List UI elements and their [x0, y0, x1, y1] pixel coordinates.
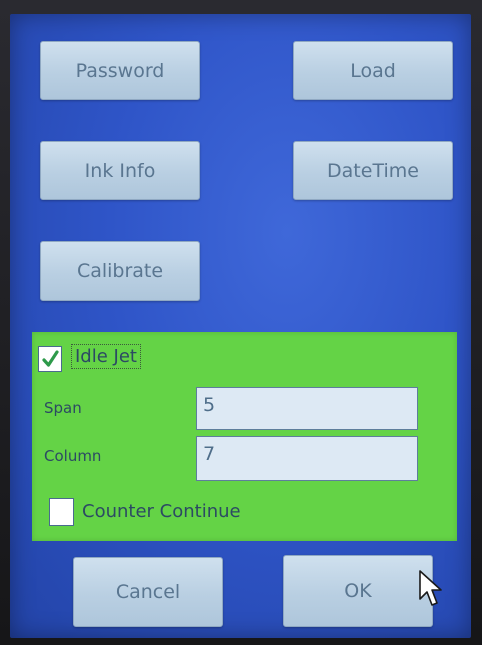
load-button[interactable]: Load [293, 41, 453, 100]
checkmark-icon [42, 350, 59, 367]
ink-info-button[interactable]: Ink Info [40, 141, 200, 200]
column-label: Column [44, 447, 102, 465]
column-input[interactable]: 7 [196, 436, 418, 481]
touch-screen: Password Load Ink Info DateTime Calibrat… [10, 14, 471, 638]
counter-continue-checkbox[interactable] [49, 498, 74, 526]
datetime-button[interactable]: DateTime [293, 141, 453, 200]
counter-continue-label[interactable]: Counter Continue [82, 501, 241, 522]
idle-jet-label[interactable]: Idle Jet [71, 344, 141, 369]
span-input[interactable]: 5 [196, 387, 418, 430]
idle-jet-panel: Idle Jet Span 5 Column 7 Counter Continu… [32, 332, 457, 541]
ok-button[interactable]: OK [283, 555, 433, 627]
calibrate-button[interactable]: Calibrate [40, 241, 200, 301]
span-label: Span [44, 399, 82, 417]
password-button[interactable]: Password [40, 41, 200, 100]
mouse-pointer-icon [419, 570, 442, 606]
idle-jet-checkbox[interactable] [38, 346, 62, 372]
cancel-button[interactable]: Cancel [73, 557, 223, 627]
